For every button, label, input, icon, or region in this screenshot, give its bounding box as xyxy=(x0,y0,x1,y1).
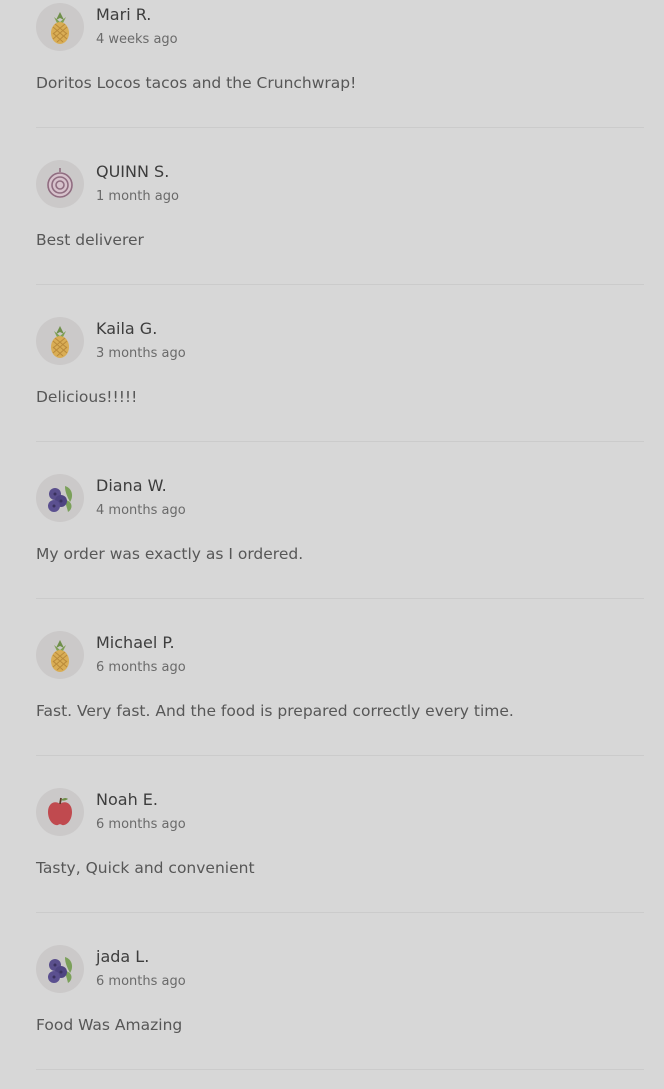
review-text: Fast. Very fast. And the food is prepare… xyxy=(36,702,514,720)
reviews-list: Mari R. 4 weeks ago Doritos Locos tacos … xyxy=(0,0,664,1089)
review-time: 4 months ago xyxy=(96,503,186,518)
blueberries-icon xyxy=(36,474,84,522)
review-text: Food Was Amazing xyxy=(36,1016,183,1034)
review-text: My order was exactly as I ordered. xyxy=(36,545,304,563)
review-time: 1 month ago xyxy=(96,189,179,204)
reviewer-name: Noah E. xyxy=(96,790,158,809)
review-item: Mari R. 4 weeks ago Doritos Locos tacos … xyxy=(0,0,664,157)
apple-icon xyxy=(36,788,84,836)
review-text: Best deliverer xyxy=(36,231,144,249)
review-time: 4 weeks ago xyxy=(96,32,178,47)
divider xyxy=(36,441,644,442)
reviewer-name: Diana W. xyxy=(96,476,167,495)
blueberries-icon xyxy=(36,945,84,993)
review-time: 6 months ago xyxy=(96,660,186,675)
reviewer-name: jada L. xyxy=(96,947,150,966)
review-item: Kaila G. 3 months ago Delicious!!!!! xyxy=(0,314,664,471)
divider xyxy=(36,755,644,756)
reviewer-name: Michael P. xyxy=(96,633,175,652)
reviewer-name: Mari R. xyxy=(96,5,152,24)
review-item: jada L. 6 months ago Food Was Amazing xyxy=(0,942,664,1089)
review-item: Noah E. 6 months ago Tasty, Quick and co… xyxy=(0,785,664,942)
review-text: Delicious!!!!! xyxy=(36,388,138,406)
divider xyxy=(36,127,644,128)
pineapple-icon xyxy=(36,3,84,51)
divider xyxy=(36,912,644,913)
divider xyxy=(36,1069,644,1070)
review-item: Diana W. 4 months ago My order was exact… xyxy=(0,471,664,628)
divider xyxy=(36,284,644,285)
review-time: 6 months ago xyxy=(96,817,186,832)
pineapple-icon xyxy=(36,317,84,365)
review-time: 3 months ago xyxy=(96,346,186,361)
review-time: 6 months ago xyxy=(96,974,186,989)
pineapple-icon xyxy=(36,631,84,679)
review-item: Michael P. 6 months ago Fast. Very fast.… xyxy=(0,628,664,785)
onion-icon xyxy=(36,160,84,208)
divider xyxy=(36,598,644,599)
reviewer-name: Kaila G. xyxy=(96,319,158,338)
reviewer-name: QUINN S. xyxy=(96,162,170,181)
review-item: QUINN S. 1 month ago Best deliverer xyxy=(0,157,664,314)
review-text: Tasty, Quick and convenient xyxy=(36,859,255,877)
review-text: Doritos Locos tacos and the Crunchwrap! xyxy=(36,74,357,92)
